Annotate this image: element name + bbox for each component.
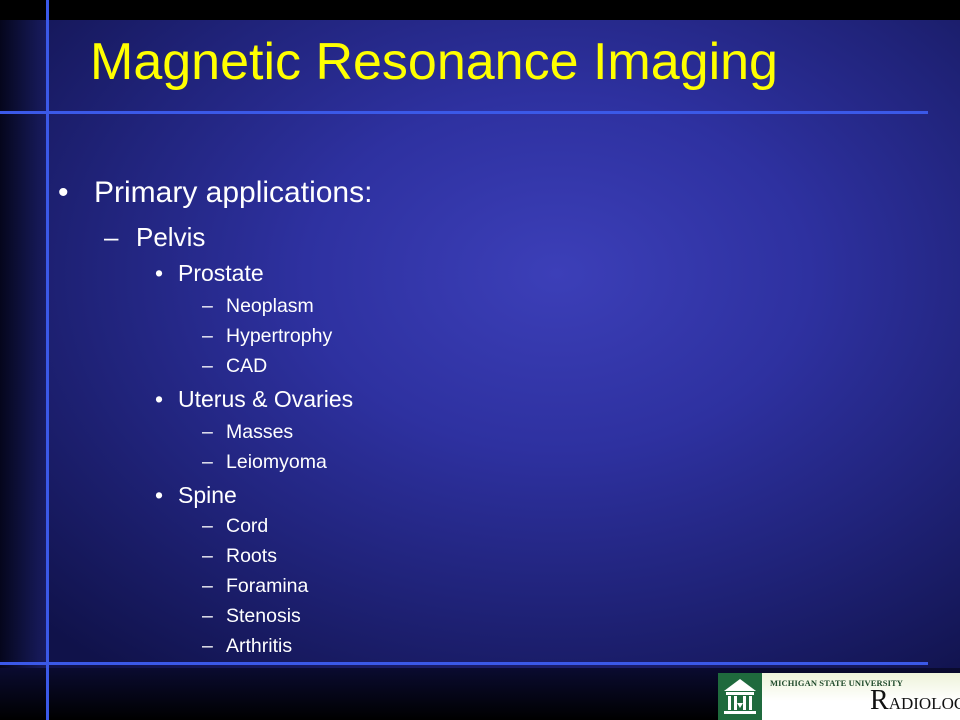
bullet-text: Arthritis: [226, 635, 293, 657]
bullet-text: Primary applications:: [94, 176, 373, 209]
slide-background: Magnetic Resonance Imaging • Primary appl…: [0, 0, 960, 720]
footer-divider-line: [0, 662, 928, 665]
top-band: [0, 0, 960, 20]
bullet-dash-icon: –: [202, 295, 213, 317]
msu-building-icon: [724, 679, 756, 714]
bullet-text: Foramina: [226, 575, 309, 597]
bullet-text: Stenosis: [226, 605, 301, 627]
logo-department-text: RADIOLOGY: [870, 685, 960, 717]
bullet-dot-icon: •: [58, 176, 69, 209]
left-strip: [0, 0, 48, 720]
bullet-dash-icon: –: [104, 222, 119, 252]
logo-department-initial: R: [870, 685, 889, 716]
bullet-text: CAD: [226, 355, 268, 377]
bullet-dash-icon: –: [202, 545, 213, 567]
bullet-text: Pelvis: [136, 222, 206, 252]
bullet-dash-icon: –: [202, 575, 213, 597]
bullet-text: Hypertrophy: [226, 325, 333, 347]
bullet-dash-icon: –: [202, 451, 213, 473]
msu-radiology-logo: MICHIGAN STATE UNIVERSITY RADIOLOGY: [718, 673, 960, 720]
bullet-dash-icon: –: [202, 515, 213, 537]
bullet-text: Roots: [226, 545, 277, 567]
bullet-text: Neoplasm: [226, 295, 314, 317]
bullet-text: Masses: [226, 421, 294, 443]
bullet-dot-icon: •: [155, 260, 164, 286]
bullet-text: Spine: [178, 482, 237, 508]
vertical-accent-line: [46, 0, 49, 720]
logo-department-rest: ADIOLOGY: [888, 694, 960, 713]
bullet-dash-icon: –: [202, 421, 213, 443]
title-divider-line: [0, 111, 928, 114]
bullet-text: Prostate: [178, 260, 264, 286]
bullet-text: Leiomyoma: [226, 451, 327, 473]
bullet-dash-icon: –: [202, 635, 213, 657]
bullet-dot-icon: •: [155, 386, 164, 412]
bullet-text: Cord: [226, 515, 269, 537]
bullet-dash-icon: –: [202, 605, 213, 627]
slide-title: Magnetic Resonance Imaging: [90, 33, 778, 91]
bullet-dash-icon: –: [202, 355, 213, 377]
logo-green-block: [718, 673, 762, 720]
bullet-text: Uterus & Ovaries: [178, 386, 354, 412]
bullet-dash-icon: –: [202, 325, 213, 347]
bullet-dot-icon: •: [155, 482, 164, 508]
